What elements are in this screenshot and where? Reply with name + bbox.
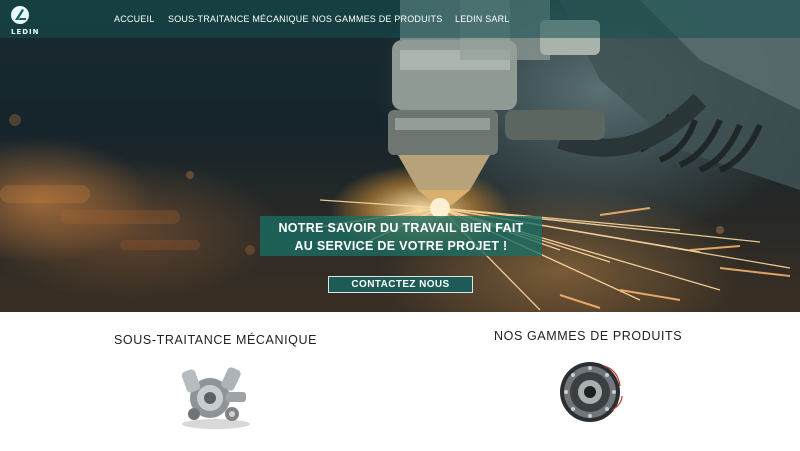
- nav-item-gammes-produits[interactable]: NOS GAMMES DE PRODUITS: [312, 14, 442, 24]
- gear-bearing-icon[interactable]: [556, 356, 628, 428]
- hero-tagline: NOTRE SAVOIR DU TRAVAIL BIEN FAIT AU SER…: [260, 216, 542, 256]
- contact-button[interactable]: CONTACTEZ NOUS: [328, 276, 473, 293]
- nav-item-ledin-sarl[interactable]: LEDIN SARL: [455, 14, 510, 24]
- logo-text: LEDIN: [11, 28, 40, 36]
- hero-image: [0, 0, 800, 311]
- tagline-line-1: NOTRE SAVOIR DU TRAVAIL BIEN FAIT: [278, 221, 524, 235]
- engine-parts-image: [181, 367, 250, 429]
- tagline-line-2: AU SERVICE DE VOTRE PROJET !: [294, 239, 508, 253]
- section-title-sous-traitance[interactable]: SOUS-TRAITANCE MÉCANIQUE: [114, 333, 317, 347]
- engine-parts-icon[interactable]: [176, 362, 254, 432]
- nav-item-accueil[interactable]: ACCUEIL: [114, 14, 154, 24]
- top-navigation: LEDIN ACCUEIL SOUS-TRAITANCE MÉCANIQUE N…: [0, 0, 800, 38]
- section-title-gammes-produits[interactable]: NOS GAMMES DE PRODUITS: [494, 329, 682, 343]
- ledin-logo[interactable]: LEDIN: [6, 4, 40, 36]
- gear-bearing-image: [560, 362, 623, 422]
- nav-item-sous-traitance[interactable]: SOUS-TRAITANCE MÉCANIQUE: [168, 14, 309, 24]
- hero-banner: [0, 0, 800, 312]
